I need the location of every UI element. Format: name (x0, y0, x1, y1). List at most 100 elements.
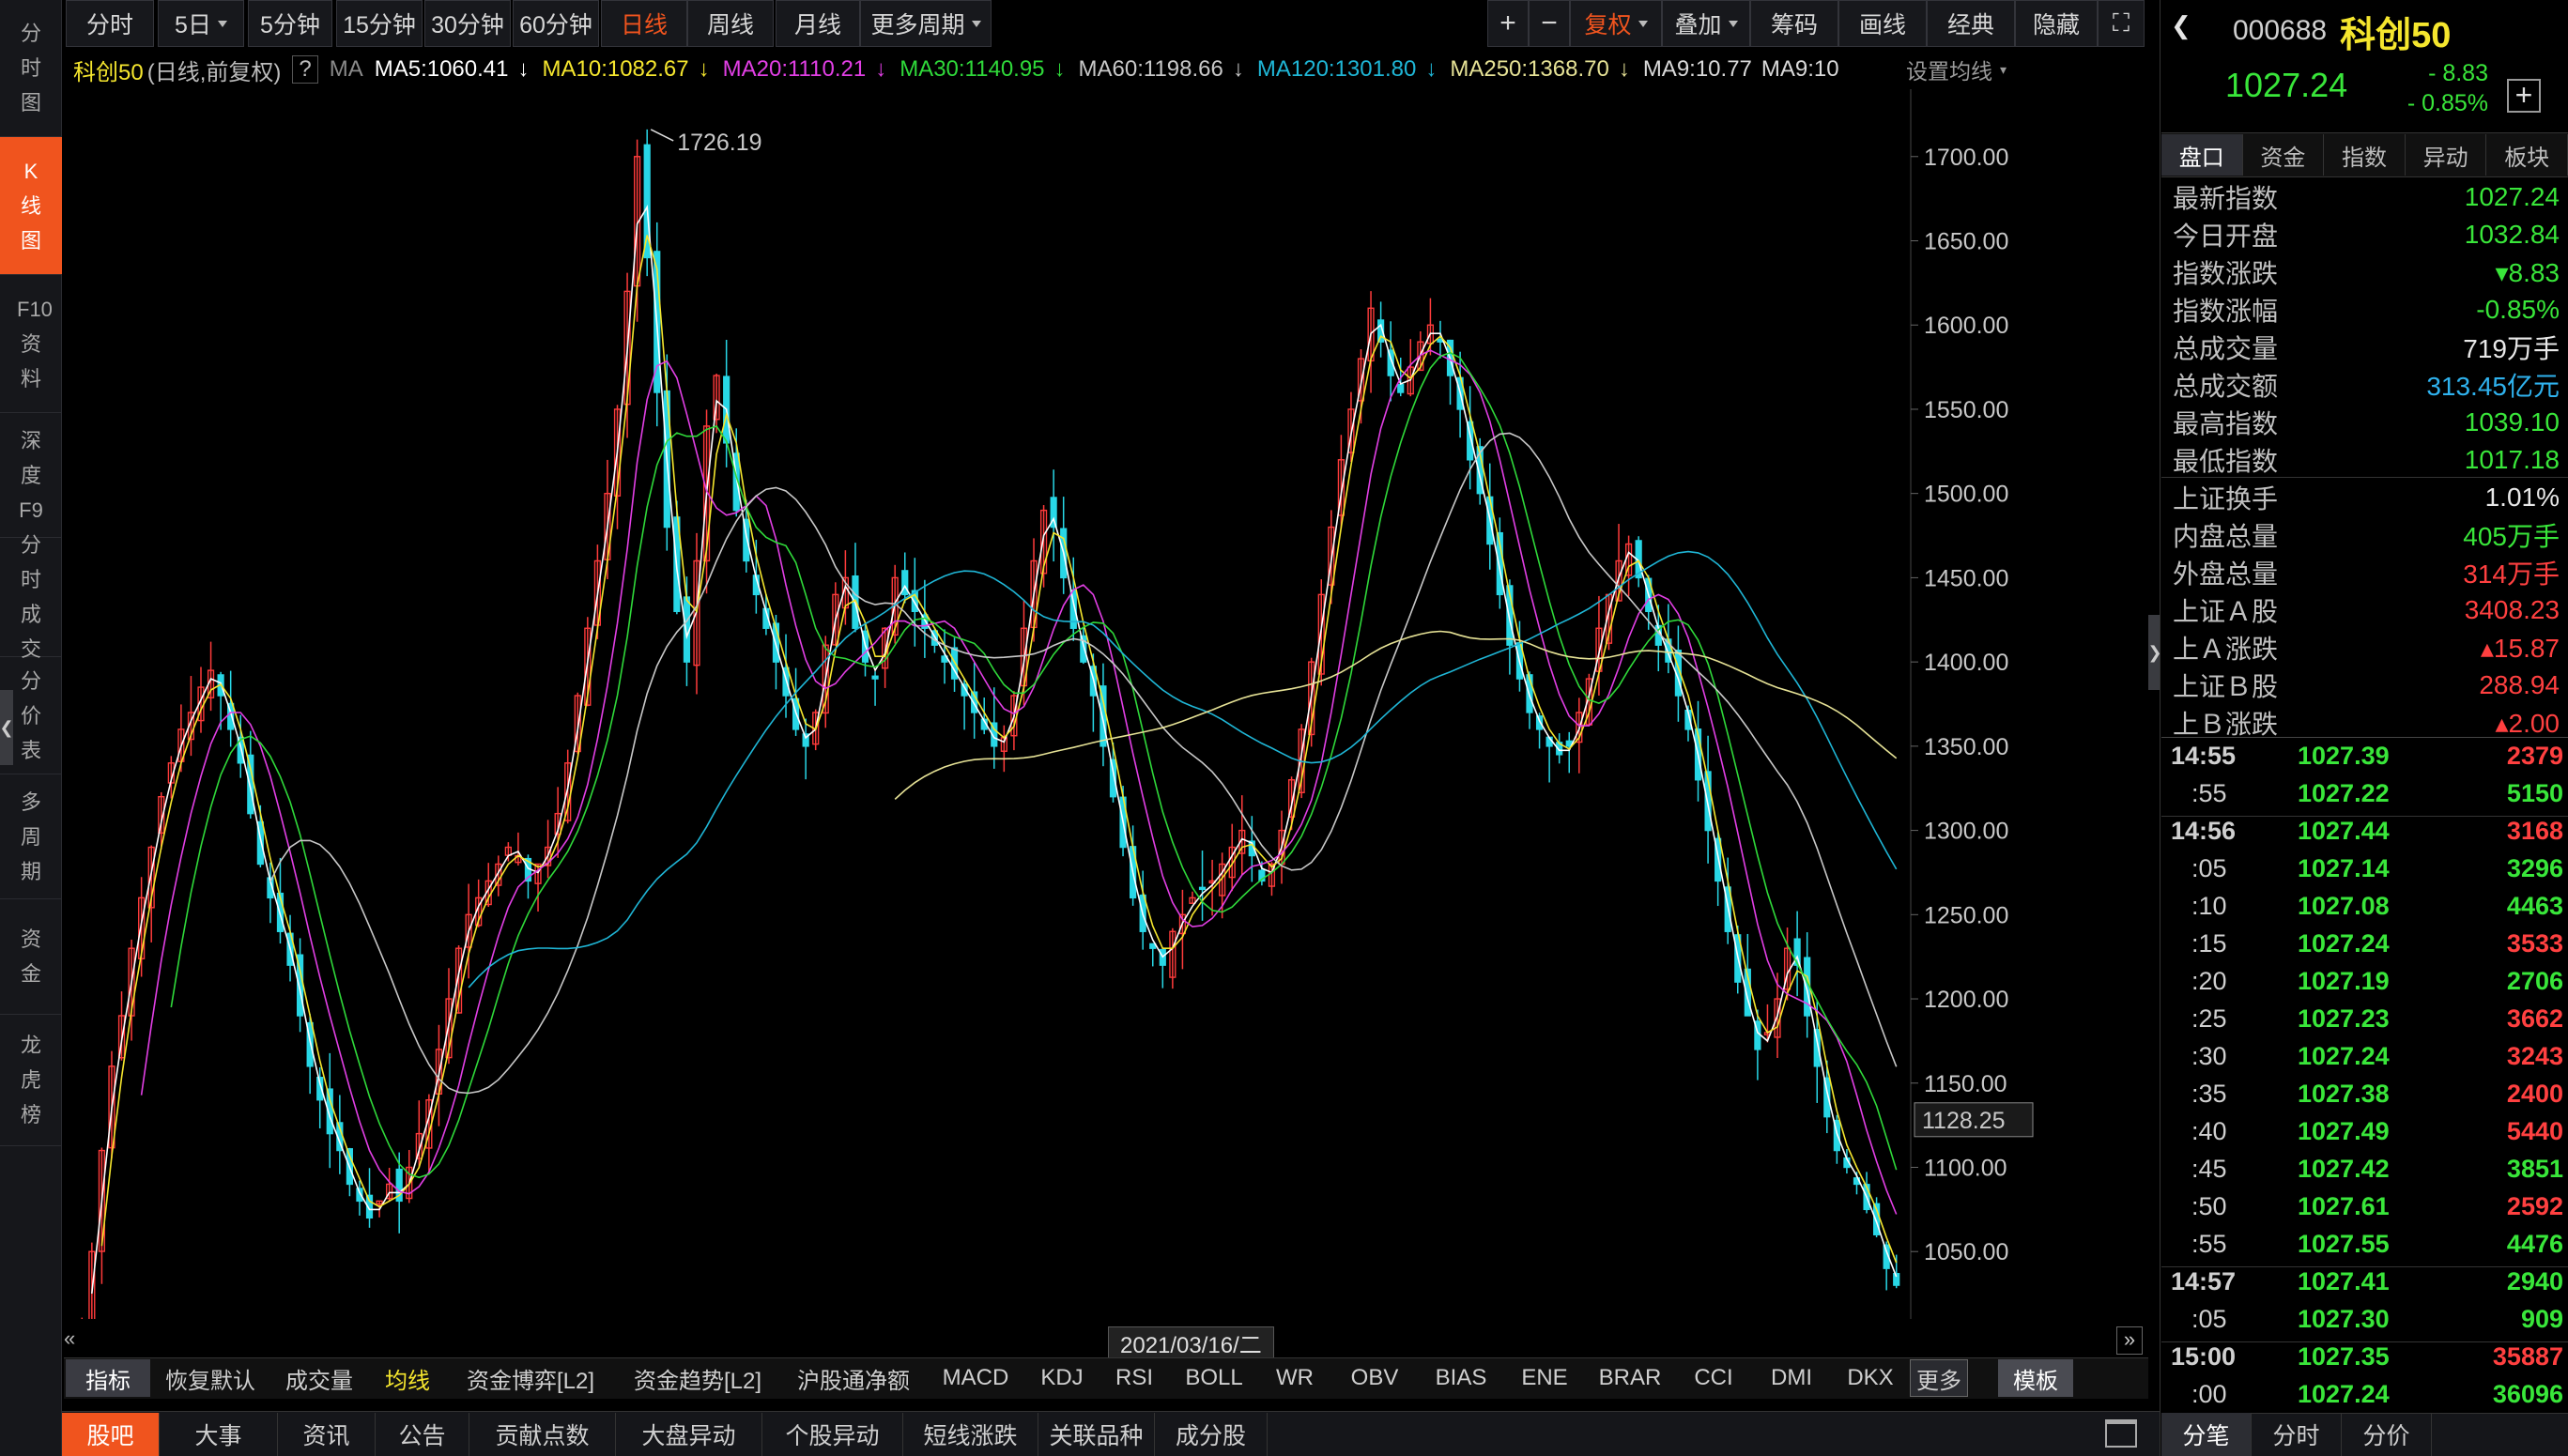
scroll-left-icon[interactable]: « (64, 1326, 86, 1355)
toolbar-btn-0[interactable]: 复权 (1570, 0, 1662, 47)
indicator-tab-12[interactable]: OBV (1331, 1359, 1418, 1397)
bottom-tab-8[interactable]: 关联品种 (1038, 1413, 1155, 1456)
period-4[interactable]: 30分钟 (424, 0, 511, 47)
ma-settings-button[interactable]: 设置均线 ▾ (1906, 54, 2007, 85)
right-bottom-tab-2[interactable]: 分价 (2342, 1413, 2432, 1456)
period-2[interactable]: 5分钟 (248, 0, 332, 47)
indicator-tab-20[interactable]: 模板 (1998, 1359, 2073, 1397)
add-watchlist-icon[interactable]: + (2507, 79, 2541, 113)
y-tick-label: 1050.00 (1924, 1239, 2008, 1265)
trade-row: :05 1027.30 909 (2171, 1305, 2563, 1342)
bottom-tab-2[interactable]: 资讯 (278, 1413, 376, 1456)
leftnav-item-2[interactable]: F10资料 (0, 275, 62, 413)
zoom-out-button[interactable]: − (1529, 0, 1570, 47)
trade-row: :55 1027.55 4476 (2171, 1230, 2563, 1267)
indicator-tab-11[interactable]: WR (1258, 1359, 1331, 1397)
trade-price: 1027.24 (2298, 929, 2390, 958)
max-pointer (650, 129, 674, 142)
right-tab-0[interactable]: 盘口 (2161, 134, 2243, 176)
y-tick-label: 1700.00 (1924, 145, 2008, 171)
indicator-tab-4[interactable]: 资金博弈[L2] (447, 1359, 614, 1397)
bottom-tab-4[interactable]: 贡献点数 (469, 1413, 616, 1456)
indicator-tab-13[interactable]: BIAS (1418, 1359, 1504, 1397)
indicator-tab-1[interactable]: 恢复默认 (150, 1359, 270, 1397)
indicator-tab-5[interactable]: 资金趋势[L2] (614, 1359, 781, 1397)
trade-row: :25 1027.23 3662 (2171, 1004, 2563, 1042)
indicator-tab-18[interactable]: DKX (1831, 1359, 1910, 1397)
period-9[interactable]: 更多周期 (860, 0, 992, 47)
indicator-tab-9[interactable]: RSI (1099, 1359, 1170, 1397)
bottom-tab-1[interactable]: 大事 (160, 1413, 278, 1456)
indicator-tab-16[interactable]: CCI (1675, 1359, 1752, 1397)
bottom-tab-7[interactable]: 短线涨跌 (903, 1413, 1038, 1456)
indicator-tab-19[interactable]: 更多 (1910, 1359, 1968, 1397)
leftnav-item-4[interactable]: 分时成交 (0, 533, 62, 661)
quote-row: 上证Ａ股 3408.23 (2173, 591, 2560, 629)
y-tick-label: 1200.00 (1924, 987, 2008, 1013)
right-tab-4[interactable]: 板块 (2486, 134, 2568, 176)
right-bottom-tab-1[interactable]: 分时 (2252, 1413, 2342, 1456)
toolbar-btn-2[interactable]: 筹码 (1750, 0, 1838, 47)
y-tick-label: 1250.00 (1924, 902, 2008, 928)
indicator-tab-3[interactable]: 均线 (368, 1359, 447, 1397)
indicator-tab-2[interactable]: 成交量 (270, 1359, 368, 1397)
indicator-tab-8[interactable]: KDJ (1025, 1359, 1099, 1397)
period-1[interactable]: 5日 (158, 0, 244, 47)
bottom-tab-3[interactable]: 公告 (376, 1413, 469, 1456)
help-icon[interactable]: ? (292, 55, 318, 84)
right-bottom-tab-0[interactable]: 分笔 (2161, 1413, 2252, 1456)
leftnav-item-8[interactable]: 龙虎榜 (0, 1015, 62, 1146)
trade-volume: 35887 (2492, 1342, 2563, 1371)
cursor-date-text: 2021/03/16/二 (1120, 1332, 1262, 1358)
trade-volume: 2592 (2506, 1192, 2563, 1220)
bottom-tab-5[interactable]: 大盘异动 (616, 1413, 762, 1456)
indicator-tab-15[interactable]: BRAR (1585, 1359, 1675, 1397)
quote-row: 最低指数 1017.18 (2173, 441, 2560, 479)
right-tab-2[interactable]: 指数 (2324, 134, 2406, 176)
leftnav-item-7[interactable]: 资金 (0, 899, 62, 1015)
scroll-right-icon[interactable]: » (2116, 1326, 2143, 1355)
leftnav-item-3[interactable]: 深度F9 (0, 413, 62, 538)
leftnav-item-6[interactable]: 多周期 (0, 774, 62, 899)
ma-item-2: MA20:1110.21 (722, 56, 867, 82)
bottom-tab-9[interactable]: 成分股 (1155, 1413, 1268, 1456)
indicator-tab-0[interactable]: 指标 (66, 1359, 150, 1397)
toolbar-btn-5[interactable]: 隐藏 (2015, 0, 2098, 47)
right-tab-1[interactable]: 资金 (2243, 134, 2325, 176)
fullscreen-icon[interactable]: ⛶ (2098, 0, 2145, 47)
trade-time: :55 (2191, 779, 2227, 807)
leftnav-item-1[interactable]: K线图 (0, 137, 62, 275)
indicator-tab-6[interactable]: 沪股通净额 (781, 1359, 926, 1397)
indicator-tab-10[interactable]: BOLL (1170, 1359, 1258, 1397)
max-label: 1726.19 (677, 130, 761, 156)
quote-row: 上证换手 1.01% (2173, 479, 2560, 516)
leftnav-item-0[interactable]: 分时图 (0, 0, 62, 137)
leftnav-label: 多周期 (20, 789, 41, 883)
bottom-tab-6[interactable]: 个股异动 (762, 1413, 903, 1456)
period-3[interactable]: 15分钟 (336, 0, 423, 47)
zoom-in-button[interactable]: + (1487, 0, 1529, 47)
leftnav-label: 分时成交 (20, 533, 41, 661)
toolbar-btn-3[interactable]: 画线 (1838, 0, 1927, 47)
toolbar-btn-1[interactable]: 叠加 (1662, 0, 1750, 47)
period-6[interactable]: 日线 (601, 0, 687, 47)
trade-price: 1027.24 (2298, 1380, 2390, 1408)
indicator-tab-17[interactable]: DMI (1752, 1359, 1831, 1397)
collapse-left-handle[interactable]: ❮ (0, 690, 14, 765)
quote-value: 1027.24 (2464, 182, 2560, 211)
trade-row: :20 1027.19 2706 (2171, 967, 2563, 1004)
indicator-tab-7[interactable]: MACD (926, 1359, 1025, 1397)
indicator-tab-14[interactable]: ENE (1504, 1359, 1585, 1397)
bottom-tab-0[interactable]: 股吧 (62, 1413, 160, 1456)
period-8[interactable]: 月线 (776, 0, 860, 47)
period-5[interactable]: 60分钟 (513, 0, 599, 47)
back-icon[interactable]: ❮ (2171, 11, 2191, 40)
period-0[interactable]: 分时 (66, 0, 154, 47)
price-tag-label: 1128.25 (1922, 1108, 2006, 1134)
trade-time: :10 (2191, 892, 2227, 920)
right-tab-3[interactable]: 异动 (2406, 134, 2487, 176)
kline-chart[interactable]: 1050.00 1100.00 1150.00 1200.00 1250.00 1300.… (66, 89, 2037, 1319)
toolbar-btn-4[interactable]: 经典 (1927, 0, 2015, 47)
period-7[interactable]: 周线 (687, 0, 774, 47)
export-icon[interactable] (2105, 1419, 2137, 1448)
